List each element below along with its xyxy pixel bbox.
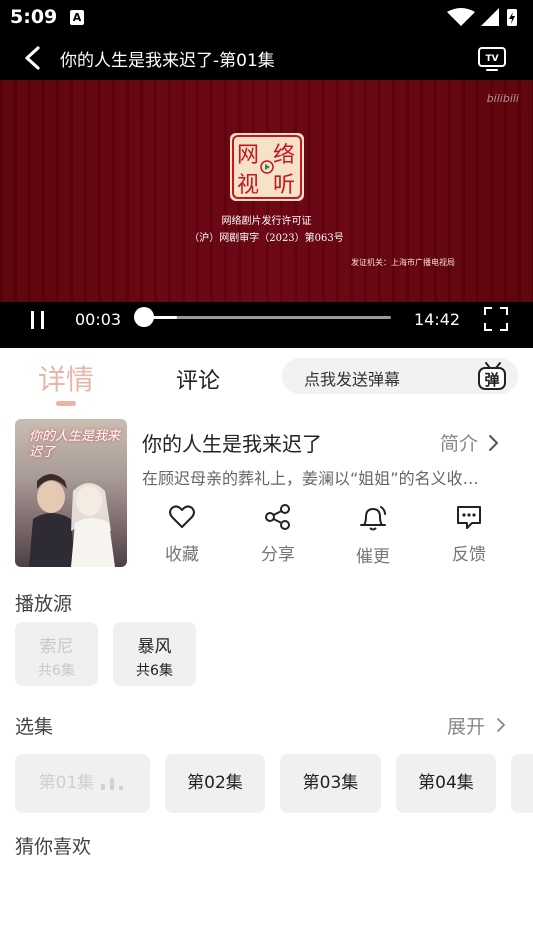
source-item-sony[interactable]: 索尼 共6集 — [15, 622, 98, 686]
pause-icon[interactable] — [28, 308, 48, 332]
heart-icon — [169, 505, 195, 528]
now-playing-icon — [101, 778, 124, 790]
episode-item[interactable]: 第04集 — [396, 754, 496, 813]
episode-item[interactable]: 第03集 — [280, 754, 381, 813]
source-name: 暴风 — [137, 637, 172, 657]
recommend-section-title: 猜你喜欢 — [15, 836, 92, 858]
chevron-right-icon — [497, 718, 505, 732]
status-bar: 5:09 A — [0, 0, 533, 36]
svg-text:听: 听 — [273, 173, 295, 198]
progress-bar[interactable] — [133, 307, 391, 327]
episode-label: 第04集 — [418, 773, 474, 793]
favorite-label: 收藏 — [165, 545, 199, 565]
wifi-icon — [447, 8, 475, 26]
duration-time: 14:42 — [414, 310, 461, 329]
expand-episodes-link[interactable]: 展开 — [447, 712, 507, 739]
fullscreen-icon[interactable] — [483, 306, 509, 332]
back-icon[interactable] — [18, 44, 48, 72]
source-item-baofeng[interactable]: 暴风 共6集 — [113, 622, 196, 686]
intro-link[interactable]: 简介 — [440, 429, 500, 456]
license-number: （沪）网剧审字（2023）第063号 — [189, 233, 344, 244]
player-controls: 00:03 14:42 — [0, 302, 533, 348]
tab-details[interactable]: 详情 — [38, 358, 94, 398]
poster-art — [29, 474, 115, 567]
tab-comments[interactable]: 评论 — [176, 363, 220, 395]
intro-label: 简介 — [440, 433, 479, 455]
bell-icon — [360, 506, 386, 531]
feedback-button[interactable]: 反馈 — [439, 504, 499, 565]
urge-update-label: 催更 — [356, 547, 390, 567]
danmaku-icon[interactable]: 弹 — [476, 360, 510, 392]
chevron-right-icon — [489, 435, 499, 451]
svg-text:弹: 弹 — [484, 371, 499, 389]
expand-label: 展开 — [447, 716, 486, 738]
status-time: 5:09 — [10, 6, 58, 28]
episode-item[interactable]: 第02集 — [165, 754, 265, 813]
share-icon — [265, 504, 290, 530]
source-name: 索尼 — [39, 637, 74, 657]
svg-text:视: 视 — [237, 173, 259, 198]
video-title: 你的人生是我来迟了-第01集 — [60, 51, 275, 71]
drama-poster[interactable]: 你的人生是我来迟了 — [15, 419, 127, 567]
synopsis-text[interactable]: 在顾迟母亲的葬礼上，姜澜以“姐姐”的名义收… — [142, 465, 504, 489]
svg-text:网: 网 — [237, 143, 259, 168]
signal-icon — [481, 8, 499, 26]
danmaku-input[interactable]: 点我发送弹幕 弹 — [282, 358, 518, 394]
share-label: 分享 — [261, 545, 295, 565]
svg-text:TV: TV — [485, 54, 498, 64]
source-section-title: 播放源 — [15, 593, 73, 615]
progress-thumb[interactable] — [133, 307, 154, 327]
episode-label: 第03集 — [302, 773, 359, 793]
license-issuer: 发证机关：上海市广播电视局 — [351, 258, 455, 267]
video-player[interactable]: bilibili 网 络 视 听 网络剧片发行许可证 （沪）网剧审字（2023）… — [0, 80, 533, 302]
urge-update-button[interactable]: 催更 — [343, 504, 403, 567]
drama-title: 你的人生是我来迟了 — [142, 432, 322, 456]
episode-item[interactable]: 第01集 — [15, 754, 150, 813]
source-count: 共6集 — [38, 663, 75, 679]
player-title-bar: 你的人生是我来迟了-第01集 TV — [0, 36, 533, 80]
tab-active-indicator — [56, 401, 76, 406]
watermark-logo: bilibili — [486, 92, 519, 105]
source-count: 共6集 — [136, 663, 173, 679]
episode-label: 第02集 — [187, 773, 243, 793]
episodes-section-title: 选集 — [15, 716, 54, 738]
notification-icon: A — [70, 10, 84, 25]
episode-label: 第01集 — [38, 773, 95, 793]
network-audiovisual-seal: 网 络 视 听 — [230, 133, 304, 201]
danmaku-placeholder: 点我发送弹幕 — [304, 370, 401, 389]
episode-item-partial[interactable] — [511, 754, 533, 813]
license-title: 网络剧片发行许可证 — [221, 216, 312, 227]
share-button[interactable]: 分享 — [248, 504, 308, 565]
svg-text:络: 络 — [273, 143, 295, 168]
status-icons — [447, 8, 517, 26]
feedback-label: 反馈 — [452, 545, 486, 565]
cast-tv-icon[interactable]: TV — [477, 44, 507, 72]
feedback-icon — [457, 506, 481, 529]
favorite-button[interactable]: 收藏 — [152, 504, 212, 565]
current-time: 00:03 — [75, 310, 122, 329]
